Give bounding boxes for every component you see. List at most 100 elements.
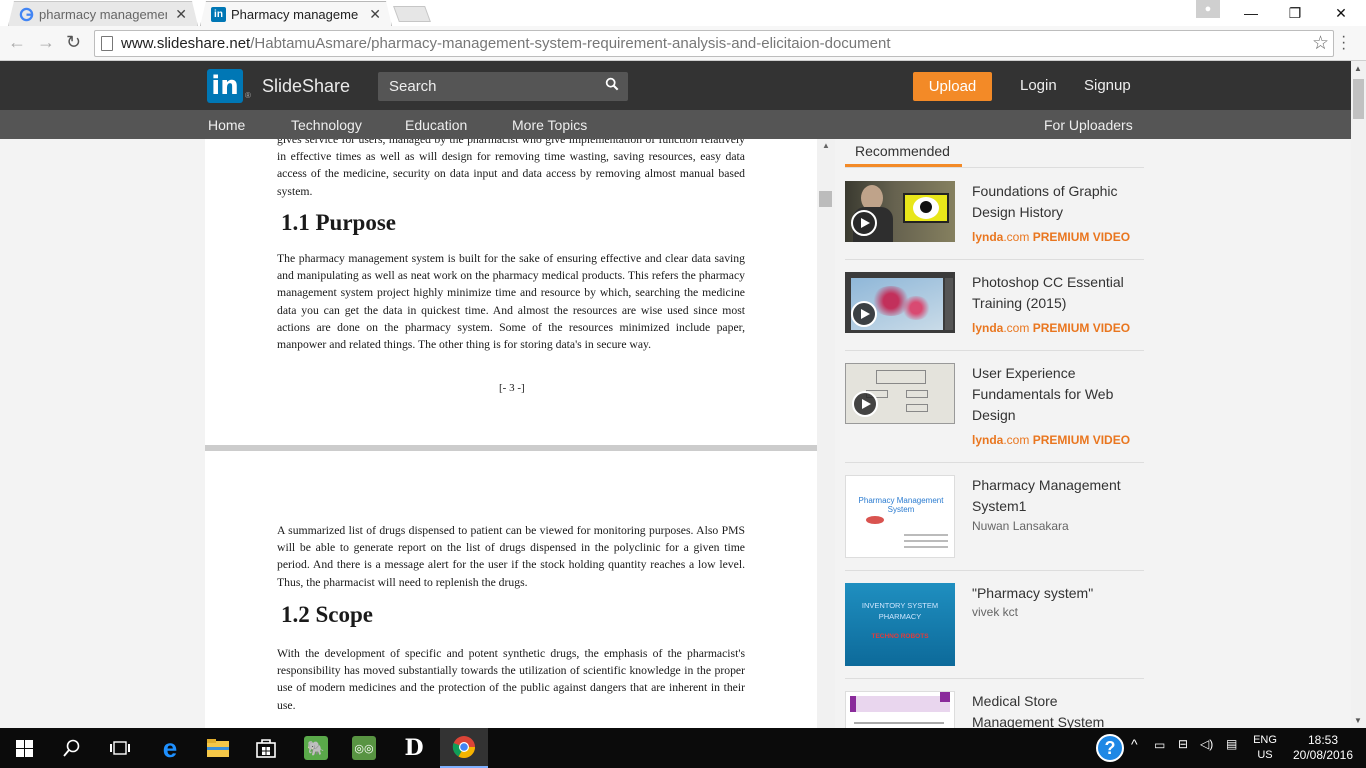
signup-link[interactable]: Signup [1084,77,1131,94]
doc-paragraph-intro: gives service for users, managed by the … [277,139,745,198]
slide-marker [940,692,950,702]
page-scroll-thumb[interactable] [1353,79,1364,119]
item-title[interactable]: Pharmacy Management System1 [972,475,1137,517]
recommended-item[interactable]: Medical Store Management System Software [845,679,1144,728]
text-line [854,722,944,724]
reload-icon[interactable]: ↻ [66,32,81,53]
tab-google-search[interactable]: pharmacy management sy ✕ [8,1,198,26]
scroll-up-icon[interactable]: ▲ [1354,64,1362,73]
close-tab-icon[interactable]: ✕ [369,6,381,23]
help-icon[interactable]: ? [1090,728,1130,768]
page-divider [205,445,817,451]
chrome-menu-icon[interactable]: · · · [1341,29,1346,57]
windows-taskbar: e 🐘 ◎◎ D ? ^ ▭ ⊟ ◁) ▤ ENG US 18:53 20/08/2… [0,728,1366,768]
close-window-button[interactable]: ✕ [1318,0,1364,26]
action-center-icon[interactable]: ▤ [1226,737,1237,751]
upload-button[interactable]: Upload [913,72,992,101]
tripadvisor-icon[interactable]: ◎◎ [340,728,388,768]
nav-more-topics[interactable]: More Topics [512,117,587,133]
nav-home[interactable]: Home [208,117,245,133]
recommended-item[interactable]: INVENTORY SYSTEM PHARMACY TECHNO ROBOTS … [845,571,1144,679]
scroll-down-icon[interactable]: ▼ [1354,716,1362,725]
windows-start-icon[interactable] [0,728,48,768]
new-tab-button[interactable] [393,6,431,22]
language-indicator[interactable]: ENG US [1250,733,1280,763]
item-title[interactable]: Photoshop CC Essential Training (2015) [972,272,1137,314]
slide-thumbnail[interactable]: INVENTORY SYSTEM PHARMACY TECHNO ROBOTS [845,583,955,666]
lynda-domain: .com [1003,321,1030,335]
video-thumbnail[interactable] [845,272,955,333]
search-icon[interactable] [605,77,619,91]
search-input[interactable]: Search [378,72,628,101]
slide-thumbnail[interactable] [845,691,955,728]
viewer-scrollbar[interactable]: ▲ [817,139,835,728]
play-icon[interactable] [851,301,877,327]
linkedin-logo[interactable]: in [207,69,243,103]
text-line [904,540,948,542]
file-explorer-icon[interactable] [194,728,242,768]
text-line [904,534,948,536]
google-icon [19,7,34,22]
slide-thumbnail[interactable]: Pharmacy Management System [845,475,955,558]
edge-icon[interactable]: e [146,728,194,768]
restore-button[interactable]: ❐ [1272,0,1318,26]
url-path: /HabtamuAsmare/pharmacy-management-syste… [250,35,891,52]
tab-slideshare[interactable]: in Pharmacy management sy ✕ [200,1,392,26]
date: 20/08/2016 [1292,748,1354,762]
document-viewer[interactable]: gives service for users, managed by the … [205,139,817,728]
bookmark-star-icon[interactable]: ☆ [1312,32,1329,55]
profile-icon[interactable]: ● [1196,0,1220,18]
question-glyph: ? [1096,734,1124,762]
viewer-scroll-thumb[interactable] [819,191,832,207]
eye-pupil [920,201,932,213]
chrome-icon[interactable] [440,728,488,768]
task-view-icon[interactable] [96,728,144,768]
evernote-icon[interactable]: 🐘 [292,728,340,768]
minimize-button[interactable]: — [1228,0,1274,26]
recommended-item[interactable]: Foundations of Graphic Design History ly… [845,169,1144,260]
slideshare-logo-text[interactable]: SlideShare [262,76,350,97]
login-link[interactable]: Login [1020,77,1057,94]
tab-recommended[interactable]: Recommended [845,139,962,167]
recommended-item[interactable]: Photoshop CC Essential Training (2015) l… [845,260,1144,351]
doc-paragraph-scope: With the development of specific and pot… [277,647,745,712]
search-placeholder: Search [389,78,437,95]
item-title[interactable]: User Experience Fundamentals for Web Des… [972,363,1137,426]
item-title[interactable]: Foundations of Graphic Design History [972,181,1137,223]
doc-paragraph-purpose: The pharmacy management system is built … [277,252,745,352]
owl-glyph: ◎◎ [352,736,376,760]
show-hidden-icons-icon[interactable]: ^ [1131,736,1138,752]
nav-education[interactable]: Education [405,117,467,133]
close-tab-icon[interactable]: ✕ [175,6,187,23]
address-bar[interactable]: www.slideshare.net/HabtamuAsmare/pharmac… [94,30,1334,57]
network-icon[interactable]: ⊟ [1178,737,1188,751]
play-icon[interactable] [851,210,877,236]
volume-icon[interactable]: ◁) [1200,737,1213,751]
app-d-icon[interactable]: D [390,728,438,768]
slide-banner [850,696,950,712]
item-author[interactable]: Nuwan Lansakara [972,519,1069,533]
item-author[interactable]: vivek kct [972,605,1018,619]
search-icon[interactable] [48,728,96,768]
item-title[interactable]: "Pharmacy system" [972,583,1137,604]
recommended-item[interactable]: User Experience Fundamentals for Web Des… [845,351,1144,463]
recommended-item[interactable]: Pharmacy Management System Pharmacy Mana… [845,463,1144,571]
video-thumbnail[interactable] [845,181,955,242]
clock[interactable]: 18:53 20/08/2016 [1290,733,1356,763]
doc-paragraph-summary: A summarized list of drugs dispensed to … [277,524,745,589]
video-thumbnail[interactable] [845,363,955,424]
play-icon[interactable] [852,391,878,417]
back-icon[interactable]: ← [8,32,26,53]
nav-for-uploaders[interactable]: For Uploaders [1044,117,1133,133]
premium-label: PREMIUM VIDEO [1032,230,1131,244]
store-icon[interactable] [242,728,290,768]
page-scrollbar[interactable]: ▲ ▼ [1351,61,1366,728]
item-title[interactable]: Medical Store Management System Software [972,691,1137,728]
lynda-domain: .com [1003,230,1030,244]
premium-label: PREMIUM VIDEO [1032,433,1131,447]
nav-technology[interactable]: Technology [291,117,362,133]
forward-icon[interactable]: → [37,32,55,53]
battery-icon[interactable]: ▭ [1154,738,1165,752]
premium-video-badge: lynda.com PREMIUM VIDEO [972,433,1130,447]
scroll-up-icon[interactable]: ▲ [822,141,830,150]
